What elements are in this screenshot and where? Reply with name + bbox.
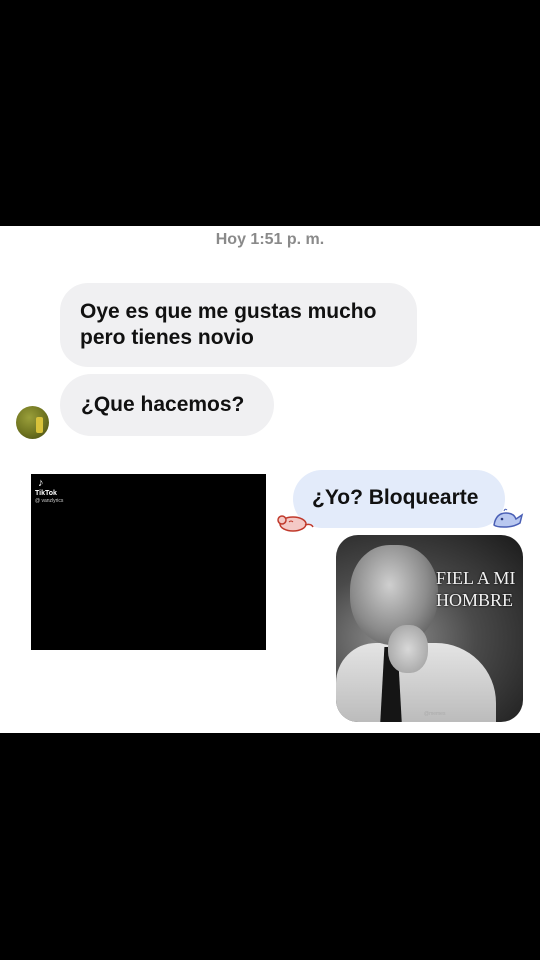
sleeping-mouse-sticker — [277, 515, 314, 532]
user-avatar[interactable] — [16, 406, 49, 439]
message-text: ¿Que hacemos? — [81, 393, 245, 416]
incoming-message-1[interactable]: Oye es que me gustas mucho pero tienes n… — [60, 283, 417, 367]
meme-caption: FIEL A MI HOMBRE — [436, 568, 516, 610]
message-text: ¿Yo? Bloquearte — [312, 486, 479, 509]
tiktok-username: @ vanzlyrics — [35, 498, 64, 504]
meme-watermark: @memes — [424, 711, 446, 717]
tiktok-icon: ♪ — [38, 477, 44, 489]
outgoing-message-1[interactable]: ¿Yo? Bloquearte — [293, 470, 505, 528]
message-text: Oye es que me gustas mucho pero tienes n… — [80, 300, 377, 349]
tiktok-video-message[interactable]: ♪ TikTok @ vanzlyrics — [31, 474, 266, 650]
chat-timestamp: Hoy 1:51 p. m. — [215, 231, 325, 248]
whale-sticker — [493, 508, 524, 528]
meme-image[interactable]: FIEL A MI HOMBRE @memes — [336, 535, 523, 722]
chat-screenshot: Hoy 1:51 p. m. Oye es que me gustas much… — [0, 226, 540, 733]
tiktok-brand-label: TikTok — [35, 490, 57, 497]
incoming-message-2[interactable]: ¿Que hacemos? — [60, 374, 274, 436]
